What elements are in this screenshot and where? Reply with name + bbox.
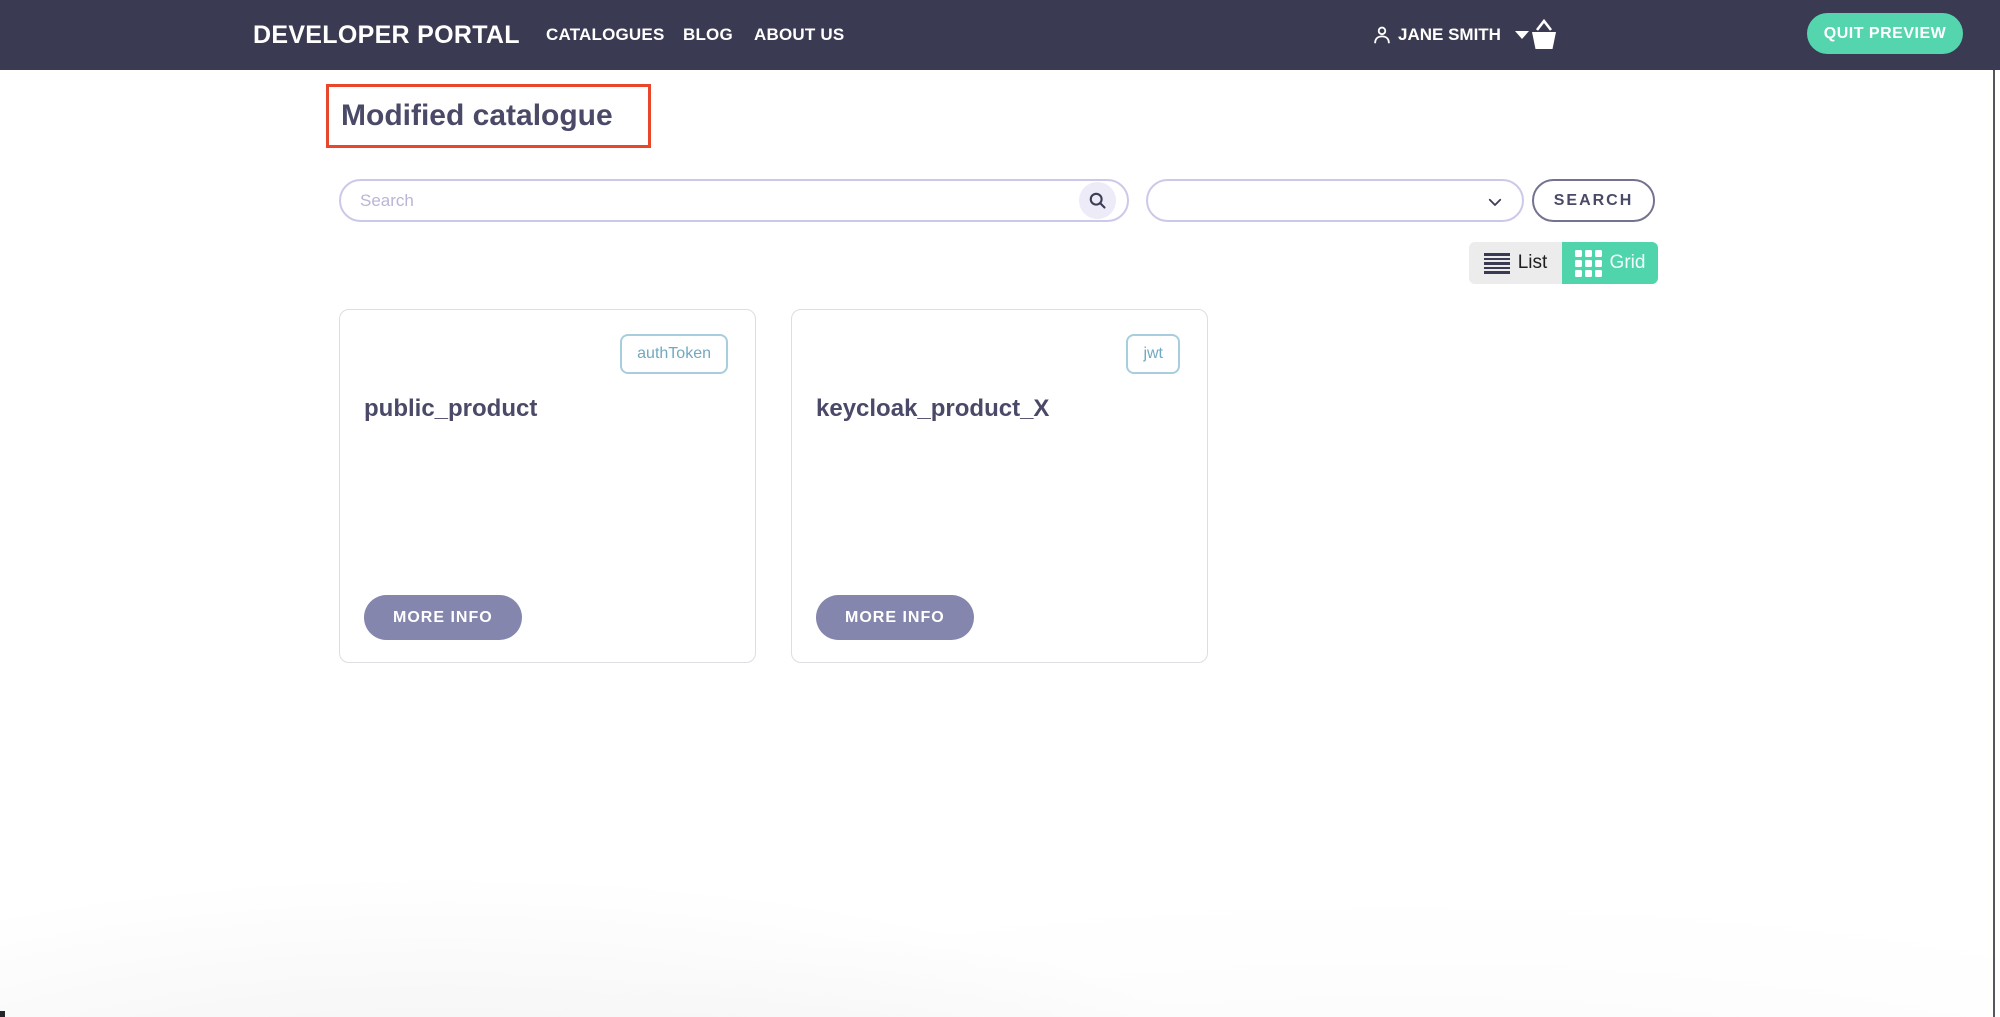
window-edge-line (1993, 70, 1995, 1017)
view-toggle-grid-label: Grid (1610, 252, 1646, 274)
search-input[interactable] (339, 179, 1129, 222)
chevron-down-icon (1486, 193, 1504, 216)
list-icon (1484, 252, 1510, 275)
quit-preview-button[interactable]: QUIT PREVIEW (1807, 13, 1963, 54)
search-button[interactable]: SEARCH (1532, 179, 1655, 222)
view-toggle-list-label: List (1518, 252, 1548, 274)
more-info-button[interactable]: MORE INFO (364, 595, 522, 640)
nav-link-blog[interactable]: BLOG (683, 0, 733, 70)
nav-link-catalogues[interactable]: CATALOGUES (546, 0, 664, 70)
product-tag-badge: jwt (1126, 334, 1180, 374)
grid-icon (1575, 250, 1602, 277)
product-name: keycloak_product_X (816, 395, 1049, 423)
view-toggle-grid[interactable]: Grid (1562, 242, 1658, 284)
view-toggle: List Grid (1469, 242, 1658, 284)
more-info-button[interactable]: MORE INFO (816, 595, 974, 640)
top-navbar: DEVELOPER PORTAL CATALOGUES BLOG ABOUT U… (0, 0, 2000, 70)
developer-portal-page: DEVELOPER PORTAL CATALOGUES BLOG ABOUT U… (0, 0, 2000, 1017)
user-menu[interactable]: JANE SMITH (1371, 0, 1529, 70)
user-name-label: JANE SMITH (1398, 25, 1501, 45)
title-highlight-box: Modified catalogue (326, 84, 651, 148)
page-title: Modified catalogue (329, 87, 648, 145)
product-card: jwt keycloak_product_X MORE INFO (791, 309, 1208, 663)
bottom-shading (0, 717, 2000, 1017)
brand-logo[interactable]: DEVELOPER PORTAL (253, 0, 520, 70)
product-card: authToken public_product MORE INFO (339, 309, 756, 663)
person-icon (1371, 24, 1393, 46)
product-name: public_product (364, 395, 537, 423)
nav-link-about-us[interactable]: ABOUT US (754, 0, 844, 70)
corner-artifact (0, 1011, 5, 1017)
search-icon[interactable] (1079, 182, 1116, 219)
view-toggle-list[interactable]: List (1469, 242, 1562, 284)
basket-icon[interactable] (1528, 18, 1560, 57)
product-tag-badge: authToken (620, 334, 728, 374)
chevron-down-icon (1515, 31, 1529, 39)
filter-select[interactable] (1146, 179, 1524, 222)
